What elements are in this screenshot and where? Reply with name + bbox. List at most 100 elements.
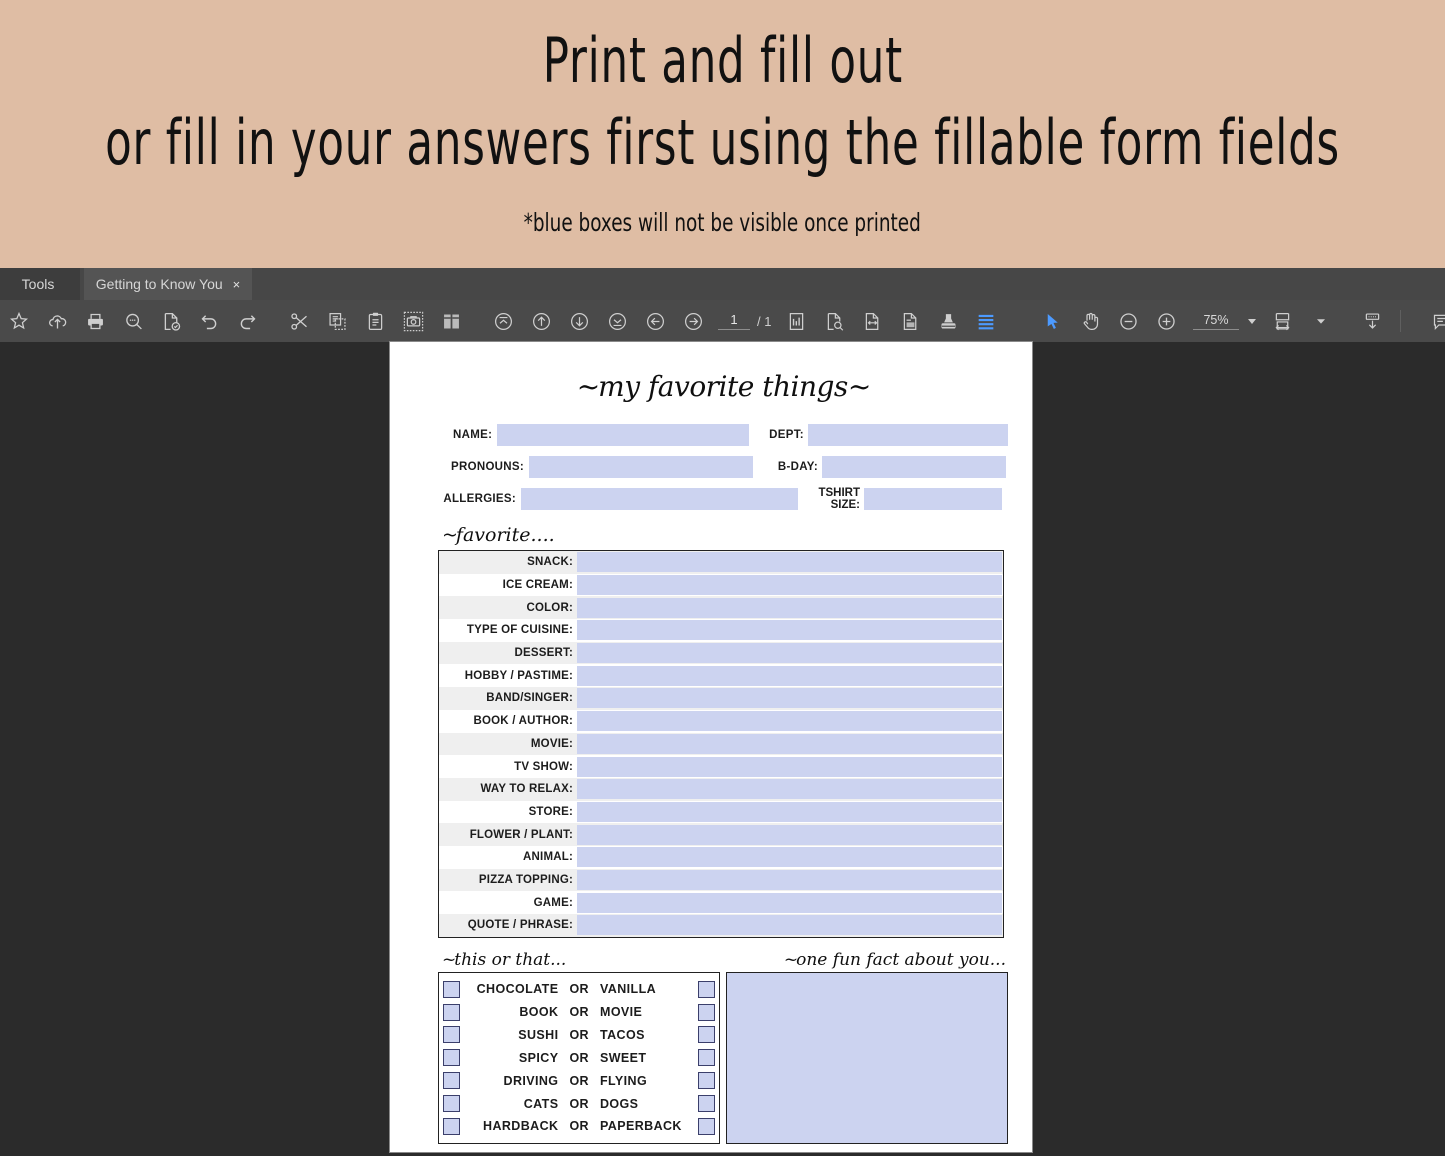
fun-fact-field[interactable] <box>726 971 1008 1144</box>
tab-tools[interactable]: Tools <box>0 268 80 300</box>
fun-fact-heading-text: one fun fact about you... <box>796 949 1006 970</box>
document-viewer[interactable]: ~my favorite things~ NAME: DEPT: PRONOUN… <box>0 342 1445 1156</box>
checkbox-right[interactable] <box>698 980 715 998</box>
checkbox-left[interactable] <box>443 1095 460 1113</box>
favorite-row-field[interactable] <box>577 688 1002 709</box>
allergies-label: ALLERGIES: <box>443 492 516 505</box>
extract-pages-icon[interactable] <box>891 300 929 342</box>
checkbox-right[interactable] <box>698 1049 715 1067</box>
checkbox-left[interactable] <box>443 1003 460 1021</box>
identity-fields: NAME: DEPT: PRONOUNS: B-DAY: ALLERGIES: <box>438 423 1008 511</box>
certify-document-icon[interactable] <box>152 300 190 342</box>
favorite-row-field[interactable] <box>577 847 1002 868</box>
zoom-out-icon[interactable] <box>1109 300 1147 342</box>
favorite-row-field[interactable] <box>577 915 1002 936</box>
star-icon[interactable] <box>0 300 38 342</box>
name-field[interactable] <box>497 423 749 446</box>
option-b-label: VANILLA <box>600 982 657 997</box>
favorite-row-label: COLOR: <box>526 601 573 614</box>
checkbox-left[interactable] <box>443 1049 460 1067</box>
scroll-mode-icon[interactable] <box>1354 300 1392 342</box>
pronouns-field[interactable] <box>529 455 753 478</box>
favorite-row-field[interactable] <box>577 801 1002 822</box>
scissors-icon[interactable] <box>280 300 318 342</box>
favorite-row-field[interactable] <box>577 552 1002 573</box>
checkbox-right[interactable] <box>698 1095 715 1113</box>
copy-icon[interactable] <box>318 300 356 342</box>
banner-headline-line1: Print and fill out <box>542 24 903 97</box>
favorite-row-field[interactable] <box>577 733 1002 754</box>
compare-files-icon[interactable] <box>432 300 470 342</box>
favorite-row-field[interactable] <box>577 711 1002 732</box>
favorite-row-field[interactable] <box>577 620 1002 641</box>
previous-page-icon[interactable] <box>522 300 560 342</box>
favorite-row-label: BOOK / AUTHOR: <box>473 715 573 728</box>
print-icon[interactable] <box>76 300 114 342</box>
fit-width-icon[interactable] <box>853 300 891 342</box>
page-thumbnails-icon[interactable] <box>777 300 815 342</box>
bday-field[interactable] <box>822 455 1006 478</box>
favorite-row-field[interactable] <box>577 643 1002 664</box>
highlight-icon[interactable] <box>967 300 1005 342</box>
favorite-row-label: QUOTE / PHRASE: <box>467 919 573 932</box>
page-forward-icon[interactable] <box>674 300 712 342</box>
favorite-row-field[interactable] <box>577 824 1002 845</box>
this-or-that-heading: ~this or that... <box>438 950 728 970</box>
page-back-icon[interactable] <box>636 300 674 342</box>
checkbox-right[interactable] <box>698 1026 715 1044</box>
cloud-upload-icon[interactable] <box>38 300 76 342</box>
checkbox-left[interactable] <box>443 1026 460 1044</box>
this-or-that-labels: SUSHI OR TACOS <box>460 1028 698 1042</box>
tab-getting-to-know-you[interactable]: Getting to Know You × <box>84 268 252 300</box>
favorite-row-field[interactable] <box>577 779 1002 800</box>
bday-label: B-DAY: <box>777 460 818 473</box>
scroll-mode-caret-icon[interactable] <box>1302 300 1340 342</box>
or-label: OR <box>569 1050 589 1065</box>
favorite-row-field[interactable] <box>577 575 1002 596</box>
undo-icon[interactable] <box>190 300 228 342</box>
allergies-field[interactable] <box>521 487 798 510</box>
checkbox-left[interactable] <box>443 980 460 998</box>
chevron-down-icon[interactable] <box>1247 318 1256 324</box>
redo-icon[interactable] <box>228 300 266 342</box>
search-icon[interactable] <box>114 300 152 342</box>
checkbox-left[interactable] <box>443 1072 460 1090</box>
page-fit-icon[interactable] <box>1264 300 1302 342</box>
option-a-label: BOOK <box>519 1005 559 1020</box>
comment-icon[interactable] <box>1423 300 1445 342</box>
favorite-row-field[interactable] <box>577 756 1002 777</box>
stamp-icon[interactable] <box>929 300 967 342</box>
favorite-row-field[interactable] <box>577 597 1002 618</box>
checkbox-left[interactable] <box>443 1117 460 1135</box>
select-tool-icon[interactable] <box>1033 300 1071 342</box>
hand-tool-icon[interactable] <box>1071 300 1109 342</box>
pdf-page: ~my favorite things~ NAME: DEPT: PRONOUN… <box>390 342 1032 1152</box>
favorite-table: SNACK: ICE CREAM: COLOR: TYPE OF CUISINE: DE… <box>438 550 1004 938</box>
tilde-decoration-favorite: ~ <box>442 524 458 546</box>
close-icon[interactable]: × <box>233 278 241 291</box>
zoom-level-control[interactable]: 75% <box>1193 313 1256 330</box>
option-b-label: SWEET <box>600 1050 647 1065</box>
option-a-label: HARDBACK <box>483 1119 559 1134</box>
favorite-heading-text: favorite.... <box>455 524 555 546</box>
or-label: OR <box>569 1119 589 1134</box>
page-number-input[interactable]: 1 <box>718 312 750 330</box>
clipboard-paste-icon[interactable] <box>356 300 394 342</box>
favorite-row-field[interactable] <box>577 892 1002 913</box>
favorite-row-label: BAND/SINGER: <box>486 692 573 705</box>
favorite-row-field[interactable] <box>577 665 1002 686</box>
checkbox-right[interactable] <box>698 1003 715 1021</box>
zoom-in-icon[interactable] <box>1147 300 1185 342</box>
checkbox-right[interactable] <box>698 1072 715 1090</box>
snapshot-camera-icon[interactable] <box>394 300 432 342</box>
checkbox-right[interactable] <box>698 1117 715 1135</box>
zoom-level-value[interactable]: 75% <box>1193 313 1239 330</box>
last-page-icon[interactable] <box>598 300 636 342</box>
find-in-document-icon[interactable] <box>815 300 853 342</box>
tshirt-size-field[interactable] <box>864 487 1002 510</box>
first-page-icon[interactable] <box>484 300 522 342</box>
acrobat-window: Print and fill out or fill in your answe… <box>0 0 1445 1156</box>
favorite-row-field[interactable] <box>577 869 1002 890</box>
next-page-icon[interactable] <box>560 300 598 342</box>
dept-field[interactable] <box>807 423 1008 446</box>
